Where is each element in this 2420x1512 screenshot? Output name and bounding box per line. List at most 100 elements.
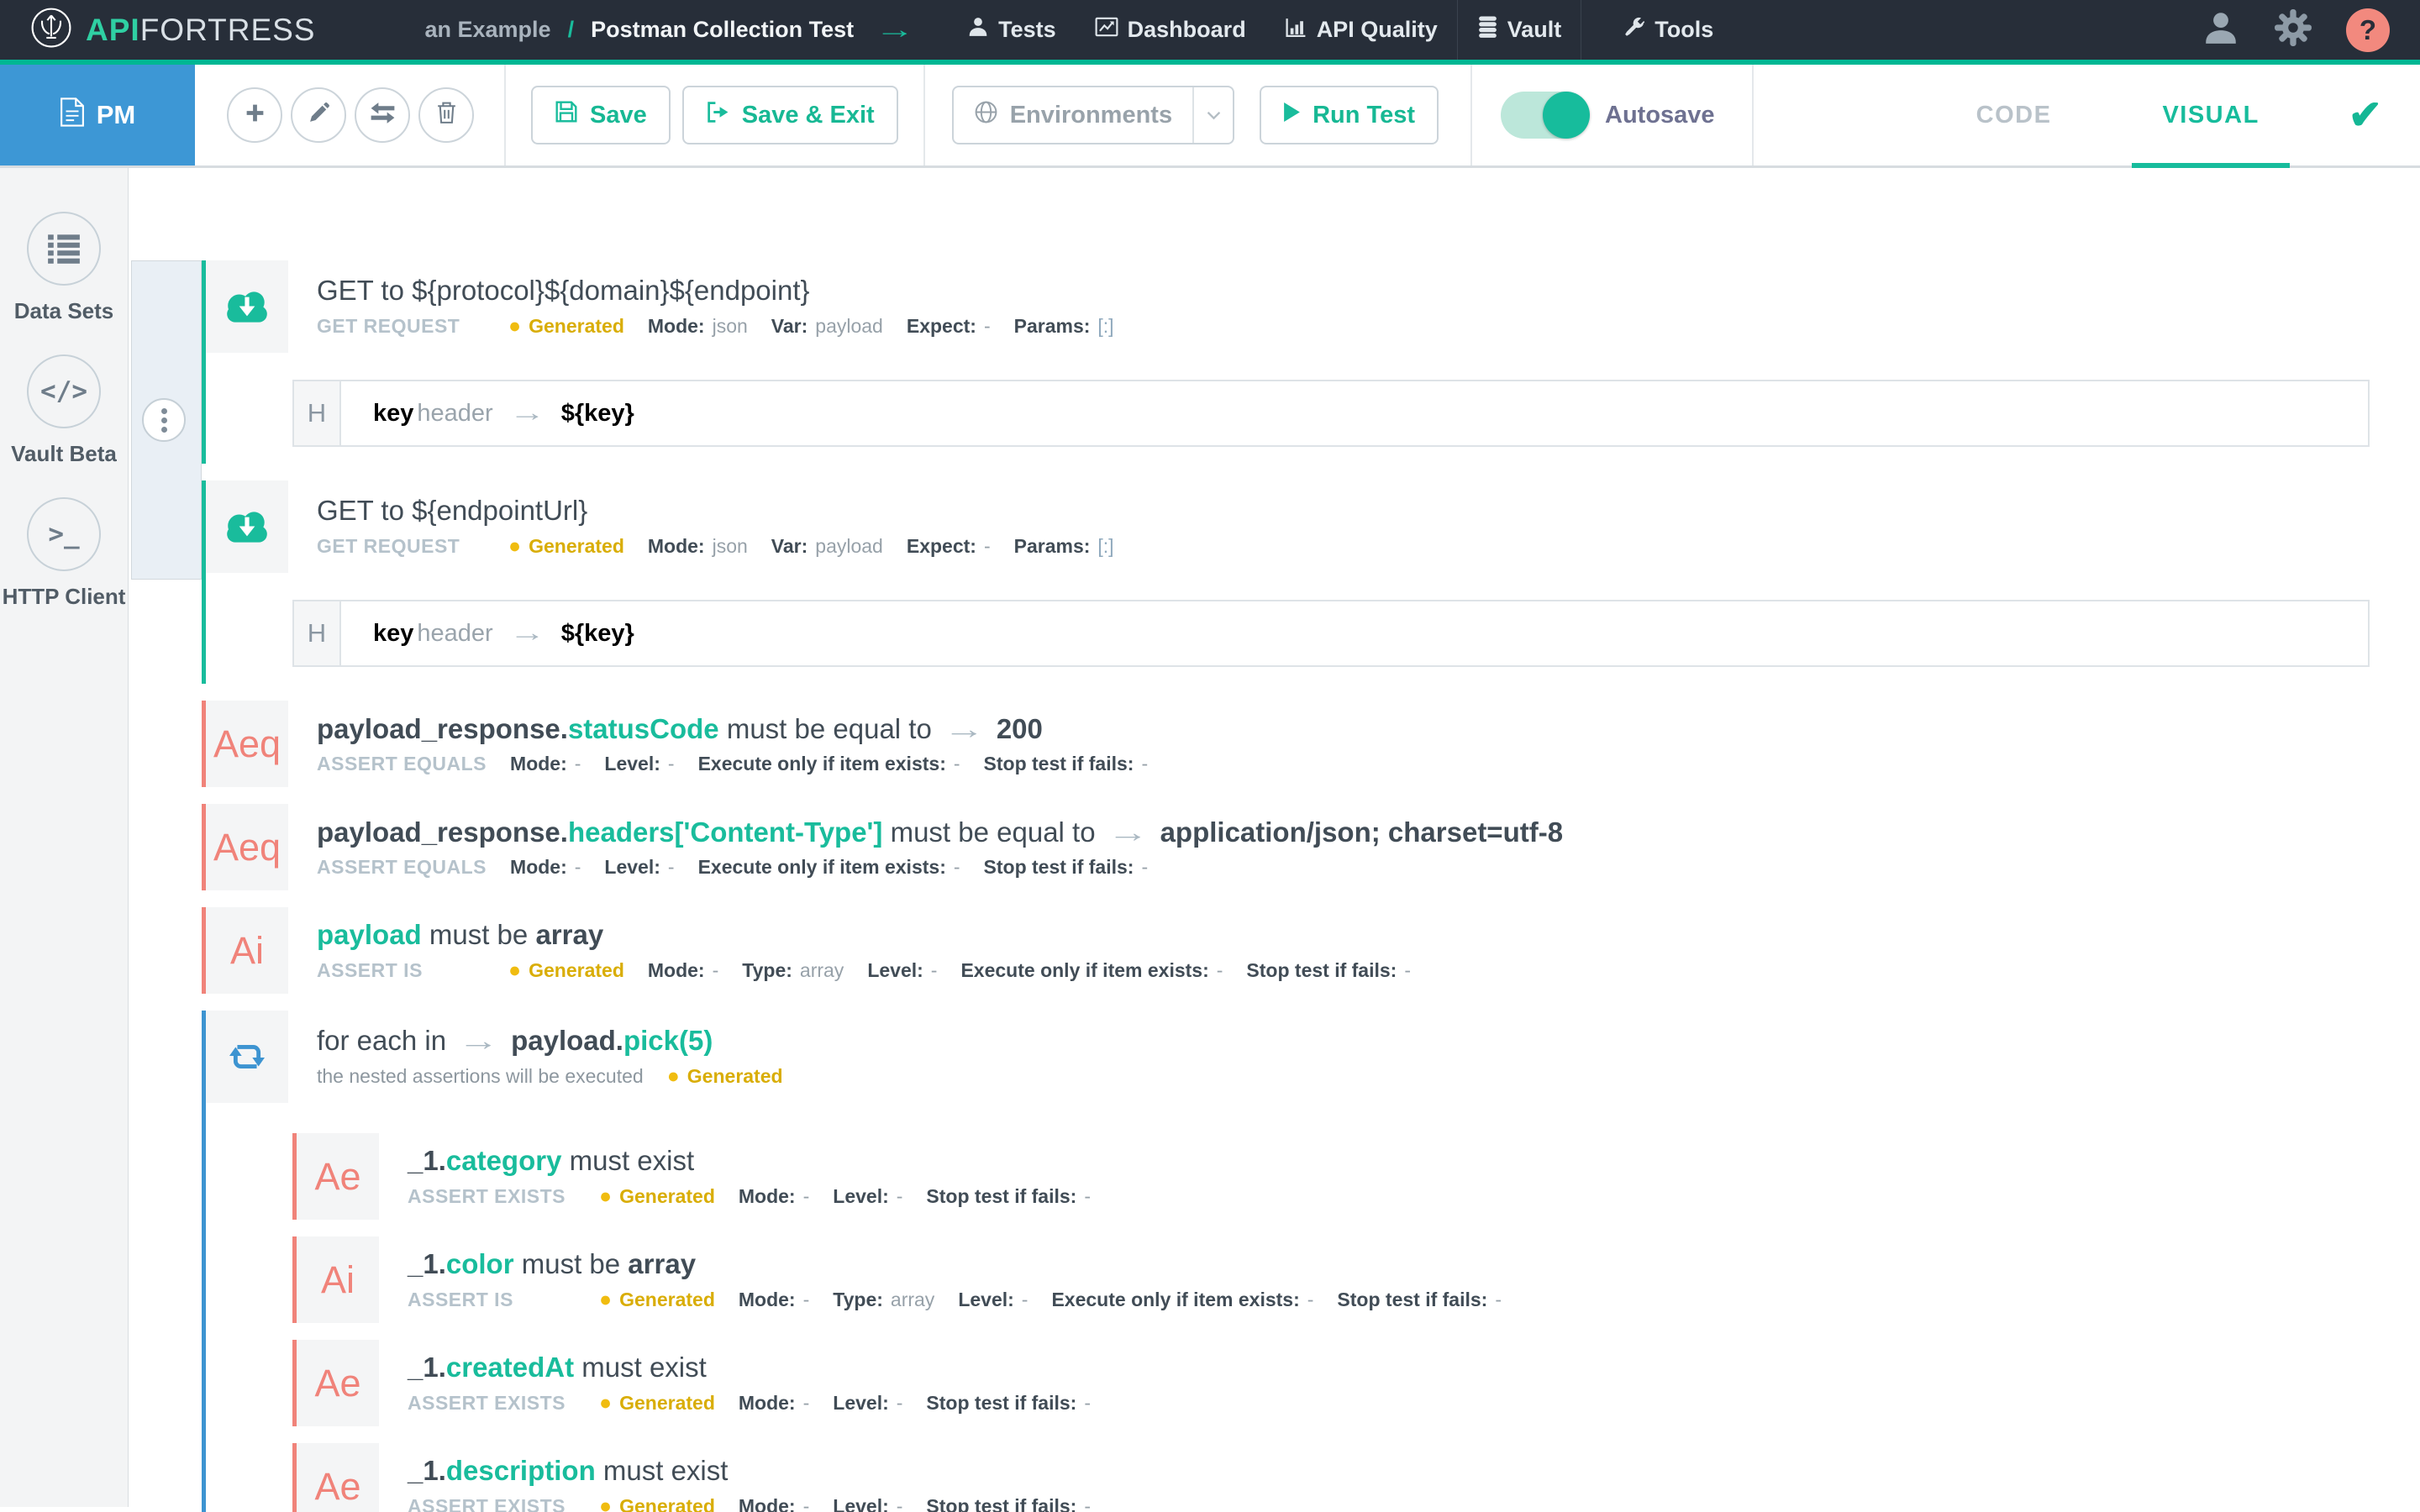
component-row[interactable]: Aipayload must be arrayASSERT IS●Generat… <box>206 907 2371 994</box>
header-h-badge: H <box>294 381 341 445</box>
generated-badge: ●Generated <box>508 958 624 983</box>
save-exit-button[interactable]: Save & Exit <box>682 86 898 144</box>
autosave-toggle[interactable] <box>1501 92 1588 139</box>
meta-item: Mode:- <box>739 1289 809 1311</box>
component-content: _1.description must existASSERT EXISTS●G… <box>379 1443 1091 1512</box>
nav-label: API Quality <box>1317 17 1438 43</box>
meta-value: payload <box>815 315 883 338</box>
meta-label: Mode: <box>739 1185 796 1208</box>
component-row[interactable]: Ae_1.createdAt must existASSERT EXISTS●G… <box>297 1340 2371 1426</box>
meta-item: Execute only if item exists:- <box>1051 1289 1313 1311</box>
request-header-box[interactable]: Hkey header→${key} <box>292 600 2370 667</box>
autosave-label: Autosave <box>1605 102 1715 129</box>
meta-value: - <box>897 1392 903 1415</box>
meta-item: Stop test if fails:- <box>926 1495 1091 1512</box>
title-segment: _1. <box>408 1455 446 1486</box>
sidebar-item-vault-beta[interactable]: </> Vault Beta <box>11 354 117 467</box>
dashboard-icon <box>1095 15 1118 45</box>
meta-value: - <box>1495 1289 1502 1311</box>
nested-assertions: Ae_1.category must existASSERT EXISTS●Ge… <box>206 1103 2371 1512</box>
component-row[interactable]: Ai _1.color must be arrayASSERT IS●Genera… <box>297 1236 2371 1323</box>
nav-label: Vault <box>1507 17 1562 43</box>
request-header-box[interactable]: Hkey header→${key} <box>292 380 2370 447</box>
component-row[interactable]: Aeq payload_response.headers['Content-Typ… <box>206 804 2371 890</box>
component-row[interactable]: GET to ${endpointUrl}GET REQUEST●Generat… <box>206 480 2371 573</box>
meta-value: - <box>954 753 960 775</box>
title-segment: GET to ${protocol}${domain}${endpoint} <box>317 275 810 306</box>
component-badge: Ai <box>206 907 288 994</box>
play-icon <box>1283 102 1301 129</box>
environments-dropdown[interactable]: Environments <box>952 86 1234 144</box>
tab-visual[interactable]: VISUAL <box>2132 65 2289 165</box>
meta-item: Level:- <box>833 1495 902 1512</box>
meta-label: Mode: <box>648 315 705 338</box>
tab-code[interactable]: CODE <box>1946 65 2082 165</box>
help-icon[interactable]: ? <box>2346 8 2390 52</box>
app-logo[interactable]: APIFORTRESS <box>30 7 315 53</box>
generated-label: Generated <box>619 1185 715 1208</box>
component-content: _1.color must be arrayASSERT IS●Generate… <box>379 1236 1502 1323</box>
meta-value: - <box>1141 856 1148 879</box>
meta-value: - <box>1084 1495 1091 1512</box>
exit-arrow-icon <box>706 101 730 130</box>
meta-value: [:] <box>1097 535 1113 558</box>
save-button[interactable]: Save <box>531 86 671 144</box>
component-content: payload_response.statusCode must be equa… <box>288 701 1148 787</box>
title-segment: payload_response. <box>317 816 568 848</box>
meta-value: - <box>713 959 719 982</box>
generated-label: Generated <box>529 535 624 558</box>
nav-item-dashboard[interactable]: Dashboard <box>1076 0 1265 60</box>
component-title: for each in→payload.pick(5) <box>317 1025 783 1057</box>
meta-label: Level: <box>604 856 660 879</box>
component-row[interactable]: Ae_1.category must existASSERT EXISTS●Ge… <box>297 1133 2371 1220</box>
run-test-button[interactable]: Run Test <box>1260 86 1439 144</box>
component-row[interactable]: Aeqpayload_response.statusCode must be e… <box>206 701 2371 787</box>
meta-item: Stop test if fails:- <box>1337 1289 1502 1311</box>
account-icon[interactable] <box>2202 8 2240 51</box>
component-row[interactable]: for each in→payload.pick(5)the nested as… <box>206 1011 2371 1103</box>
test-toolbar: PM Save Save & Exit Environments <box>0 65 2420 168</box>
meta-label: Mode: <box>648 959 705 982</box>
nav-item-tests[interactable]: Tests <box>948 0 1076 60</box>
breadcrumb-project[interactable]: an Example <box>424 17 550 43</box>
component-title: payload_response.headers['Content-Type']… <box>317 816 1563 848</box>
meta-item: Level:- <box>604 856 674 879</box>
component-subtitle: ASSERT EQUALSMode:-Level:-Execute only i… <box>317 753 1148 775</box>
unit-tab-pm[interactable]: PM <box>0 65 195 165</box>
component-row[interactable]: GET to ${protocol}${domain}${endpoint}GE… <box>206 260 2371 353</box>
meta-item: Params:[:] <box>1014 535 1114 558</box>
settings-gear-icon[interactable] <box>2274 8 2312 51</box>
delete-unit-button[interactable] <box>418 87 474 143</box>
component-assert-exists: Ae_1.description must existASSERT EXISTS… <box>292 1443 2371 1512</box>
title-segment: array <box>628 1248 696 1279</box>
meta-value: - <box>803 1289 810 1311</box>
meta-label: Execute only if item exists: <box>1051 1289 1299 1311</box>
environments-main: Environments <box>954 87 1192 143</box>
meta-item: Mode:- <box>739 1185 809 1208</box>
meta-label: Stop test if fails: <box>926 1392 1076 1415</box>
save-label: Save <box>590 102 647 129</box>
component-group-menu-button[interactable] <box>142 398 186 442</box>
meta-label: Mode: <box>739 1392 796 1415</box>
nav-item-vault[interactable]: Vault <box>1458 0 1581 60</box>
meta-item: Level:- <box>833 1185 902 1208</box>
meta-value: - <box>803 1185 810 1208</box>
title-segment: payload. <box>511 1025 623 1056</box>
sidebar-item-http-client[interactable]: >_ HTTP Client <box>3 497 126 610</box>
confirm-check-icon[interactable]: ✔ <box>2349 92 2382 139</box>
component-badge-label: Ai <box>321 1258 355 1302</box>
nav-item-api-quality[interactable]: API Quality <box>1265 0 1457 60</box>
component-row[interactable]: Ae_1.description must existASSERT EXISTS… <box>297 1443 2371 1512</box>
meta-value: - <box>954 856 960 879</box>
nav-item-tools[interactable]: Tools <box>1603 0 1733 60</box>
add-unit-button[interactable] <box>227 87 282 143</box>
cloud-download-icon <box>206 260 288 353</box>
component-badge-label: Aeq <box>213 826 281 869</box>
sidebar-item-data-sets[interactable]: Data Sets <box>14 212 114 324</box>
plus-icon <box>244 102 266 129</box>
reorder-units-button[interactable] <box>355 87 410 143</box>
rename-unit-button[interactable] <box>291 87 346 143</box>
title-segment: _1. <box>408 1352 446 1383</box>
component-get-request: GET to ${endpointUrl}GET REQUEST●Generat… <box>202 480 2371 684</box>
component-assert-is: Ai _1.color must be arrayASSERT IS●Genera… <box>292 1236 2371 1323</box>
